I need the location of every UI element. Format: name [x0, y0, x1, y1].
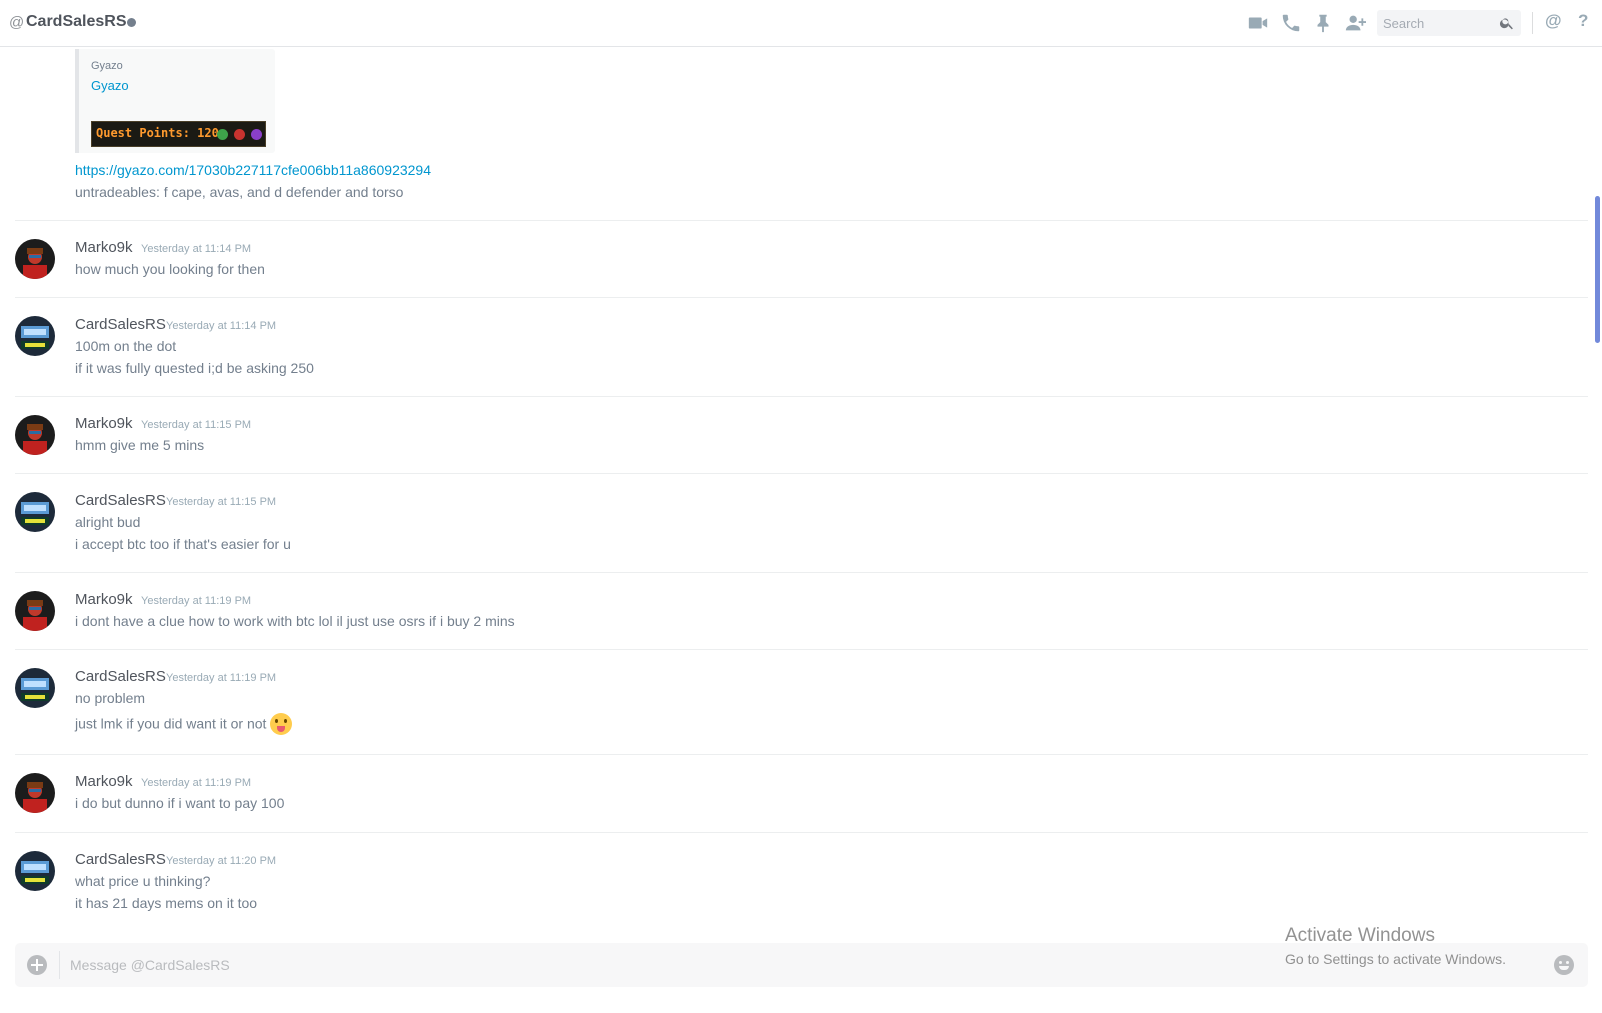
- search-icon[interactable]: [1499, 15, 1515, 31]
- timestamp: Yesterday at 11:19 PM: [166, 672, 277, 684]
- message-text: i do but dunno if i want to pay 100: [75, 795, 285, 811]
- timestamp: Yesterday at 11:14 PM: [141, 243, 252, 255]
- timestamp: Yesterday at 11:15 PM: [166, 496, 277, 508]
- username[interactable]: CardSalesRS: [75, 668, 166, 685]
- help-icon[interactable]: ?: [1578, 11, 1588, 31]
- messages-list: Gyazo Gyazo Quest Points: 120 https://gy…: [0, 47, 1594, 923]
- timestamp: Yesterday at 11:19 PM: [141, 595, 252, 607]
- username[interactable]: Marko9k: [75, 773, 133, 790]
- username[interactable]: Marko9k: [75, 239, 133, 256]
- message-divider: [15, 832, 1588, 833]
- message-text: how much you looking for then: [75, 261, 265, 277]
- message-text: untradeables: f cape, avas, and d defend…: [75, 184, 404, 200]
- dm-at-icon: @: [9, 14, 25, 31]
- avatar-marko9k[interactable]: [15, 591, 55, 631]
- windows-activation-watermark: Activate Windows Go to Settings to activ…: [1285, 925, 1506, 967]
- search-input[interactable]: [1383, 14, 1493, 32]
- timestamp: Yesterday at 11:20 PM: [166, 855, 277, 867]
- embed-title-link[interactable]: Gyazo: [91, 78, 129, 93]
- avatar-cardsalesrs[interactable]: [15, 316, 55, 356]
- avatar-marko9k[interactable]: [15, 773, 55, 813]
- green-orb-icon: [217, 129, 228, 140]
- header-divider: [1532, 12, 1533, 34]
- mentions-icon[interactable]: @: [1545, 11, 1562, 31]
- composer-divider: [59, 951, 60, 979]
- username[interactable]: CardSalesRS: [75, 316, 166, 333]
- username[interactable]: Marko9k: [75, 415, 133, 432]
- message-text: no problem: [75, 690, 146, 706]
- message-divider: [15, 572, 1588, 573]
- username[interactable]: CardSalesRS: [75, 851, 166, 868]
- embed-thumbnail[interactable]: Quest Points: 120: [91, 121, 266, 147]
- watermark-subtitle: Go to Settings to activate Windows.: [1285, 951, 1506, 967]
- avatar-marko9k[interactable]: [15, 239, 55, 279]
- message-text: what price u thinking?: [75, 873, 211, 889]
- gyazo-link[interactable]: https://gyazo.com/17030b227117cfe006bb11…: [75, 162, 431, 178]
- message-text-with-emoji: just lmk if you did want it or not: [75, 713, 293, 736]
- video-camera-icon[interactable]: [1247, 12, 1269, 34]
- pin-icon[interactable]: [1312, 12, 1334, 34]
- timestamp: Yesterday at 11:19 PM: [141, 777, 252, 789]
- username[interactable]: CardSalesRS: [75, 492, 166, 509]
- message-text: just lmk if you did want it or not: [75, 715, 267, 732]
- watermark-title: Activate Windows: [1285, 925, 1435, 946]
- avatar-cardsalesrs[interactable]: [15, 851, 55, 891]
- message-divider: [15, 220, 1588, 221]
- message-text: i dont have a clue how to work with btc …: [75, 613, 515, 629]
- red-orb-icon: [234, 129, 245, 140]
- purple-orb-icon: [251, 129, 262, 140]
- avatar-cardsalesrs[interactable]: [15, 492, 55, 532]
- offline-status-icon: [127, 18, 136, 27]
- channel-name: CardSalesRS: [26, 13, 127, 30]
- scrollbar-thumb[interactable]: [1595, 196, 1600, 343]
- quest-points-text: Quest Points: 120: [96, 126, 219, 140]
- upload-plus-icon[interactable]: [27, 955, 47, 975]
- link-embed: Gyazo Gyazo Quest Points: 120: [75, 49, 275, 153]
- timestamp: Yesterday at 11:15 PM: [141, 419, 252, 431]
- tongue-out-emoji-icon[interactable]: [270, 713, 293, 735]
- message-divider: [15, 649, 1588, 650]
- emoji-picker-icon[interactable]: [1554, 955, 1574, 975]
- message-text: it has 21 days mems on it too: [75, 895, 258, 911]
- message-text: alright bud: [75, 514, 141, 530]
- search-box[interactable]: [1377, 10, 1521, 36]
- username[interactable]: Marko9k: [75, 591, 133, 608]
- message-text: hmm give me 5 mins: [75, 437, 205, 453]
- message-divider: [15, 297, 1588, 298]
- message-divider: [15, 473, 1588, 474]
- timestamp: Yesterday at 11:14 PM: [166, 320, 277, 332]
- avatar-cardsalesrs[interactable]: [15, 668, 55, 708]
- message-divider: [15, 754, 1588, 755]
- message-text: i accept btc too if that's easier for u: [75, 536, 291, 552]
- phone-icon[interactable]: [1280, 12, 1302, 34]
- message-text: if it was fully quested i;d be asking 25…: [75, 360, 314, 376]
- add-friend-icon[interactable]: [1344, 12, 1366, 34]
- message-divider: [15, 396, 1588, 397]
- embed-provider: Gyazo: [91, 60, 123, 72]
- message-input[interactable]: [70, 955, 1470, 975]
- chat-header: @ CardSalesRS @ ?: [0, 0, 1602, 47]
- message-text: 100m on the dot: [75, 338, 177, 354]
- avatar-marko9k[interactable]: [15, 415, 55, 455]
